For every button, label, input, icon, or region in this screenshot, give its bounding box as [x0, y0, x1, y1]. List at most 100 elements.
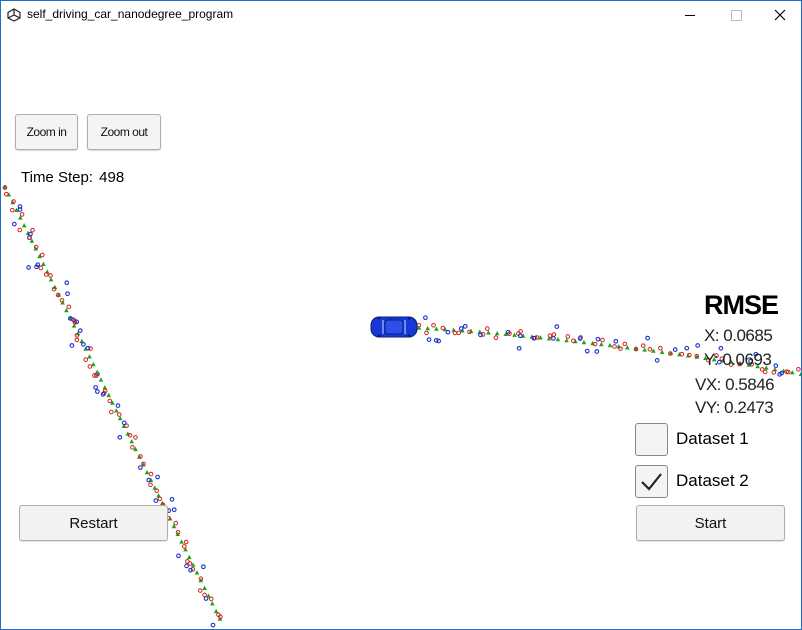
lidar-marker: [208, 596, 214, 602]
lidar-marker: [183, 539, 189, 545]
maximize-icon: [730, 9, 742, 21]
time-step-label: Time Step:: [21, 169, 93, 186]
lidar-marker: [565, 334, 571, 339]
radar-marker: [445, 329, 451, 335]
ground-truth-marker: [202, 585, 207, 590]
radar-marker: [171, 507, 177, 513]
ground-truth-marker: [87, 354, 92, 359]
checkmark-icon: [641, 473, 662, 491]
ground-truth-marker: [213, 608, 219, 614]
radar-marker: [28, 231, 33, 237]
ground-truth-marker: [581, 339, 587, 345]
radar-marker: [684, 345, 690, 351]
lidar-marker: [107, 398, 113, 404]
dataset-1-checkbox[interactable]: [635, 423, 668, 456]
radar-marker: [94, 389, 100, 394]
radar-marker: [121, 420, 127, 426]
title-bar: self_driving_car_nanodegree_program: [1, 1, 801, 29]
lidar-marker: [647, 346, 653, 352]
ground-truth-marker: [642, 347, 648, 352]
start-button[interactable]: Start: [636, 505, 785, 541]
lidar-marker: [618, 346, 623, 351]
lidar-marker: [658, 345, 663, 351]
ground-truth-marker: [94, 369, 100, 374]
ground-truth-marker: [494, 330, 500, 336]
lidar-marker: [547, 333, 553, 339]
lidar-marker: [19, 212, 25, 217]
time-step-value: 498: [99, 169, 125, 186]
lidar-marker: [187, 561, 193, 566]
time-step-readout: Time Step: 498: [21, 169, 124, 186]
lidar-marker: [109, 409, 114, 415]
ground-truth-marker: [194, 570, 200, 575]
radar-marker: [458, 326, 464, 331]
ground-truth-marker: [555, 337, 561, 342]
close-icon: [774, 9, 786, 21]
lidar-marker: [133, 435, 138, 440]
car-icon: [370, 316, 418, 338]
radar-marker: [26, 265, 31, 270]
lidar-marker: [424, 330, 429, 336]
dataset-2-checkbox[interactable]: [635, 465, 668, 498]
radar-marker: [35, 262, 41, 268]
lidar-marker: [202, 592, 207, 598]
dataset-2-label: Dataset 2: [676, 471, 749, 490]
lidar-marker: [116, 412, 122, 417]
zoom-out-button[interactable]: Zoom out: [87, 114, 161, 150]
radar-marker: [188, 567, 193, 573]
lidar-marker: [148, 482, 153, 488]
radar-marker: [146, 477, 152, 483]
restart-button[interactable]: Restart: [19, 505, 168, 541]
ground-truth-marker: [798, 371, 801, 377]
radar-marker: [11, 221, 17, 227]
radar-marker: [594, 349, 600, 354]
radar-marker: [462, 323, 468, 329]
minimize-button[interactable]: [667, 1, 713, 29]
rmse-x: X: 0.0685: [704, 326, 773, 345]
radar-marker: [779, 370, 785, 376]
lidar-marker: [431, 322, 436, 328]
radar-marker: [433, 338, 439, 343]
maximize-button[interactable]: [713, 1, 759, 29]
radar-marker: [69, 343, 75, 348]
close-button[interactable]: [757, 1, 801, 29]
radar-marker: [654, 358, 660, 363]
radar-marker: [773, 363, 779, 369]
rmse-vy: VY: 0.2473: [695, 398, 774, 417]
window-title: self_driving_car_nanodegree_program: [27, 7, 234, 21]
zoom-in-button[interactable]: Zoom in: [15, 114, 78, 150]
ground-truth-marker: [425, 325, 430, 331]
rmse-vx: VX: 0.5846: [695, 375, 775, 394]
radar-marker: [184, 563, 189, 569]
unity-icon: [7, 8, 21, 22]
radar-marker: [117, 434, 123, 440]
ground-truth-marker: [210, 601, 215, 606]
lidar-marker: [600, 337, 605, 343]
dataset-1-label: Dataset 1: [676, 429, 749, 448]
ground-truth-marker: [607, 342, 613, 348]
radar-marker: [423, 315, 428, 321]
radar-marker: [169, 496, 175, 502]
rmse-y: Y: 0.0693: [704, 350, 772, 369]
ground-truth-marker: [144, 469, 150, 475]
ground-truth-marker: [41, 261, 46, 266]
ground-truth-marker: [106, 392, 111, 398]
lidar-marker: [796, 366, 801, 372]
lidar-marker: [182, 544, 187, 549]
radar-marker: [554, 324, 560, 329]
ground-truth-marker: [98, 377, 104, 382]
ground-truth-marker: [129, 439, 134, 444]
lidar-marker: [440, 325, 446, 331]
ground-truth-marker: [486, 330, 491, 335]
lidar-marker: [197, 588, 203, 593]
ground-truth-marker: [186, 554, 192, 560]
lidar-marker: [456, 330, 462, 336]
lidar-marker: [762, 369, 768, 375]
radar-marker: [517, 333, 523, 339]
ground-truth-marker: [599, 341, 604, 347]
radar-marker: [155, 474, 160, 480]
radar-marker: [85, 345, 91, 351]
lidar-marker: [640, 343, 646, 348]
radar-marker: [516, 345, 522, 351]
ground-truth-marker: [21, 223, 27, 228]
